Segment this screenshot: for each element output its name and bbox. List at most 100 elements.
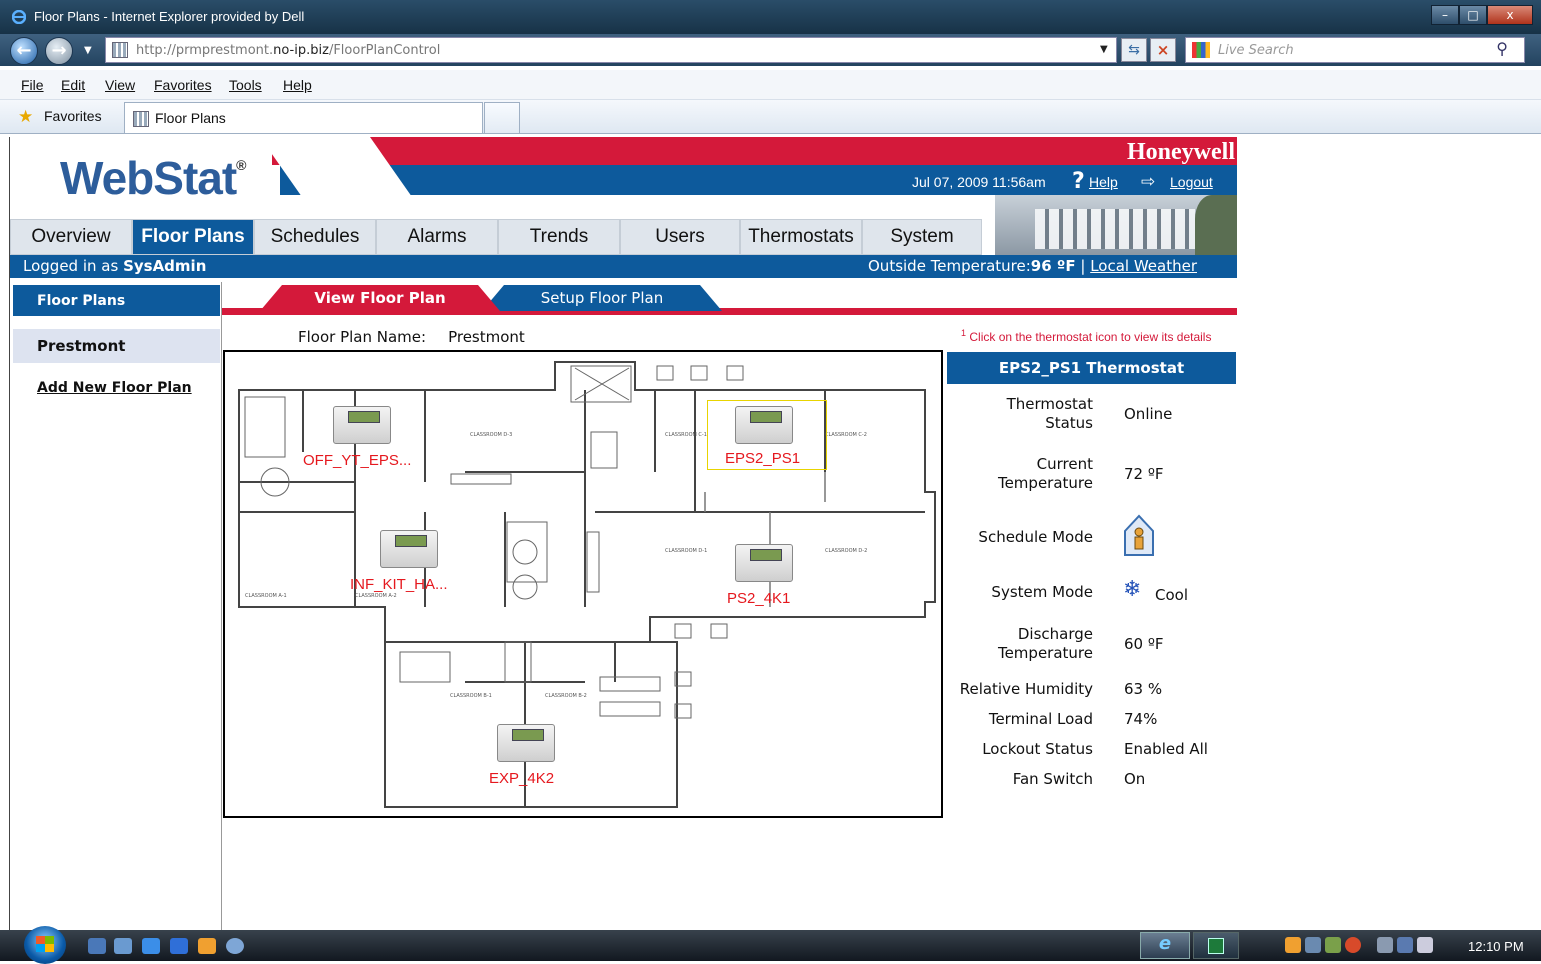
favorites-star-icon[interactable]: ★ — [18, 107, 33, 127]
minimize-button[interactable]: – — [1431, 5, 1459, 25]
outside-temperature: Outside Temperature:96 ºF | Local Weathe… — [868, 257, 1197, 275]
thermostat-device-icon[interactable] — [735, 406, 793, 444]
thermostat-device-icon[interactable] — [380, 530, 438, 568]
tab-users[interactable]: Users — [620, 219, 740, 255]
ie-logo-icon — [12, 10, 26, 24]
windows-start-icon[interactable] — [24, 926, 66, 964]
menu-bar: File Edit View Favorites Tools Help — [0, 70, 1541, 100]
header-red-band — [272, 137, 1237, 165]
svg-text:CLASSROOM A-1: CLASSROOM A-1 — [245, 593, 287, 599]
registered-mark: ® — [236, 156, 246, 173]
close-button[interactable]: x — [1487, 5, 1533, 25]
tab-schedules[interactable]: Schedules — [254, 219, 376, 255]
ie-quicklaunch-icon[interactable] — [142, 938, 160, 954]
svg-text:CLASSROOM B-2: CLASSROOM B-2 — [545, 693, 587, 699]
window-title: Floor Plans - Internet Explorer provided… — [34, 9, 305, 24]
detail-value: 60 ºF — [1124, 635, 1164, 653]
search-input[interactable]: Live Search ⚲ — [1185, 37, 1525, 63]
windows-taskbar: e 12:10 PM — [0, 926, 1541, 964]
favorites-button[interactable]: Favorites — [44, 108, 102, 124]
menu-edit[interactable]: Edit — [61, 77, 85, 93]
detail-key: Lockout Status — [982, 740, 1093, 758]
schedule-home-icon[interactable] — [1122, 513, 1156, 557]
floor-plan-canvas: CLASSROOM D-3 CLASSROOM C-1 CLASSROOM C-2 … — [223, 350, 943, 818]
show-desktop-icon[interactable] — [88, 938, 106, 954]
tab-trends[interactable]: Trends — [498, 219, 620, 255]
tray-volume-icon[interactable] — [1417, 937, 1433, 953]
menu-tools[interactable]: Tools — [229, 77, 262, 93]
local-weather-link[interactable]: Local Weather — [1090, 257, 1197, 275]
back-button[interactable]: ← — [10, 37, 38, 65]
app-icon[interactable] — [226, 938, 244, 954]
thermostat-label[interactable]: INF_KIT_HA... — [350, 576, 448, 593]
tab-thermostats[interactable]: Thermostats — [740, 219, 862, 255]
svg-text:CLASSROOM D-3: CLASSROOM D-3 — [470, 432, 512, 438]
refresh-button[interactable]: ⇆ — [1121, 38, 1147, 62]
forward-button[interactable]: → — [45, 37, 73, 65]
help-icon[interactable]: ? — [1072, 169, 1085, 194]
taskbar-excel-button[interactable] — [1193, 932, 1239, 959]
menu-file[interactable]: File — [21, 77, 44, 93]
logo-text: WebStat — [60, 152, 237, 204]
thermostat-device-icon[interactable] — [333, 406, 391, 444]
thermostat-device-icon[interactable] — [735, 544, 793, 582]
thermostat-device-icon[interactable] — [497, 724, 555, 762]
thermostat-hint: 1 Click on the thermostat icon to view i… — [961, 328, 1211, 344]
floor-plan-item-prestmont[interactable]: Prestmont — [13, 329, 220, 363]
help-link[interactable]: Help — [1089, 174, 1118, 190]
logout-icon[interactable]: ⇨ — [1141, 172, 1155, 192]
thermostat-label[interactable]: EPS2_PS1 — [725, 450, 800, 467]
tray-security-icon[interactable] — [1345, 937, 1361, 953]
detail-key: System Mode — [991, 583, 1093, 601]
logout-link[interactable]: Logout — [1170, 174, 1213, 190]
taskbar-ie-button[interactable]: e — [1140, 932, 1190, 959]
snowflake-icon: ❄ — [1123, 577, 1142, 602]
tray-connection-icon[interactable] — [1397, 937, 1413, 953]
thermostat-label[interactable]: OFF_YT_EPS... — [303, 452, 411, 469]
thermostat-label[interactable]: EXP_4K2 — [489, 770, 554, 787]
tray-network-icon[interactable] — [1305, 937, 1321, 953]
webstat-logo: WebStat® — [60, 151, 247, 205]
floor-plan-name-label: Floor Plan Name: — [298, 328, 427, 346]
tab-setup-floor-plan[interactable]: Setup Floor Plan — [482, 285, 722, 311]
new-tab-button[interactable] — [484, 102, 520, 133]
sub-tabs: Setup Floor Plan View Floor Plan — [222, 283, 1237, 316]
hint-text: Click on the thermostat icon to view its… — [969, 330, 1212, 344]
search-icon[interactable]: ⚲ — [1496, 39, 1508, 58]
outlook-icon[interactable] — [198, 938, 216, 954]
thermostat-label[interactable]: PS2_4K1 — [727, 590, 790, 607]
address-bar-row: ← → ▼ http://prmprestmont.no-ip.biz/Floo… — [0, 34, 1541, 66]
tab-view-floor-plan[interactable]: View Floor Plan — [260, 285, 500, 311]
detail-key: Terminal Load — [988, 710, 1093, 728]
separator: | — [1075, 257, 1091, 275]
menu-view[interactable]: View — [105, 77, 135, 93]
tray-app-icon[interactable] — [1325, 937, 1341, 953]
tray-outlook-icon[interactable] — [1285, 937, 1301, 953]
address-dropdown[interactable]: ▼ — [1100, 44, 1108, 55]
page-content: WebStat® Honeywell Jul 07, 2009 11:56am … — [9, 137, 1541, 932]
address-input[interactable]: http://prmprestmont.no-ip.biz/FloorPlanC… — [105, 37, 1117, 63]
tab-overview[interactable]: Overview — [10, 219, 132, 255]
menu-favorites[interactable]: Favorites — [154, 77, 212, 93]
maximize-button[interactable]: □ — [1459, 5, 1487, 25]
tab-alarms[interactable]: Alarms — [376, 219, 498, 255]
stop-button[interactable]: × — [1150, 38, 1176, 62]
media-player-icon[interactable] — [170, 938, 188, 954]
detail-value: Cool — [1155, 586, 1188, 604]
switch-windows-icon[interactable] — [114, 938, 132, 954]
detail-value: Online — [1124, 405, 1173, 423]
svg-text:CLASSROOM D-1: CLASSROOM D-1 — [665, 548, 707, 554]
recent-pages-dropdown[interactable]: ▼ — [84, 45, 92, 56]
tab-floor-plans[interactable]: Floor Plans — [132, 219, 254, 255]
tab-system[interactable]: System — [862, 219, 982, 255]
add-new-floor-plan-link[interactable]: Add New Floor Plan — [37, 380, 192, 396]
browser-tab-floor-plans[interactable]: Floor Plans — [124, 102, 483, 133]
taskbar-clock[interactable]: 12:10 PM — [1468, 939, 1524, 954]
back-arrow-icon: ← — [16, 40, 32, 61]
tray-device-icon[interactable] — [1377, 937, 1393, 953]
left-nav: Floor Plans Prestmont Add New Floor Plan — [10, 282, 222, 932]
svg-text:CLASSROOM B-1: CLASSROOM B-1 — [450, 693, 492, 699]
detail-value: On — [1124, 770, 1146, 788]
svg-text:CLASSROOM C-2: CLASSROOM C-2 — [825, 432, 867, 438]
menu-help[interactable]: Help — [283, 77, 312, 93]
